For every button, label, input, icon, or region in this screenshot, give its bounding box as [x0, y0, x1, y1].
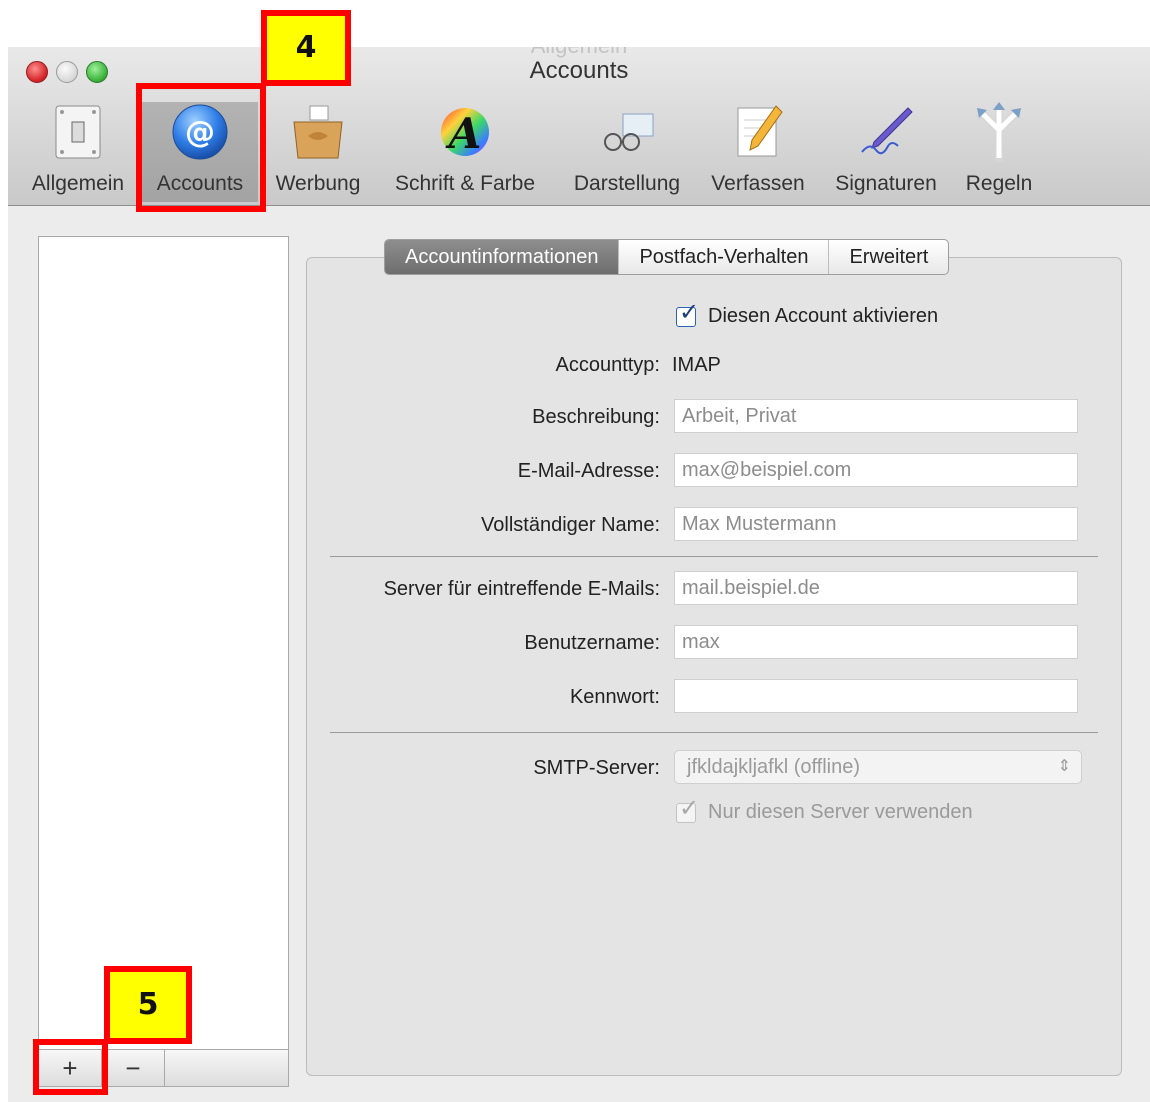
description-label: Beschreibung:: [532, 406, 660, 428]
separator: [330, 556, 1098, 557]
toolbar-label-allgemein: Allgemein: [31, 172, 125, 195]
annotation-highlight-accounts: [136, 83, 266, 212]
username-field[interactable]: max: [674, 625, 1078, 659]
account-type-value: IMAP: [672, 354, 721, 376]
toolbar-label-regeln: Regeln: [965, 172, 1033, 195]
junk-mail-icon: [288, 102, 348, 162]
toolbar-label-schrift-farbe: Schrift & Farbe: [394, 172, 536, 195]
annotation-step-5: 5: [104, 966, 192, 1044]
toolbar-item-signaturen[interactable]: Signaturen: [822, 102, 950, 202]
toolbar-item-darstellung[interactable]: Darstellung: [560, 102, 694, 202]
only-server-label: Nur diesen Server verwenden: [708, 801, 973, 823]
toolbar-label-verfassen: Verfassen: [711, 172, 805, 195]
toolbar-label-signaturen: Signaturen: [835, 172, 937, 195]
account-type-label: Accounttyp:: [555, 354, 660, 376]
password-field[interactable]: [674, 679, 1078, 713]
account-detail-panel: [306, 257, 1122, 1076]
toolbar-item-werbung[interactable]: Werbung: [264, 102, 372, 202]
toolbar-label-darstellung: Darstellung: [573, 172, 681, 195]
window-title: Accounts: [529, 57, 629, 84]
smtp-server-select[interactable]: jfkldajkljafkl (offline) ⇕: [674, 750, 1082, 784]
email-label: E-Mail-Adresse:: [517, 460, 660, 482]
viewing-glasses-icon: [597, 102, 657, 162]
tab-accountinformationen[interactable]: Accountinformationen: [385, 240, 620, 274]
toolbar-item-schrift-farbe[interactable]: A Schrift & Farbe: [380, 102, 550, 202]
toolbar-label-werbung: Werbung: [275, 172, 361, 195]
toolbar-item-regeln[interactable]: Regeln: [958, 102, 1040, 202]
enable-account-checkbox[interactable]: ✓: [676, 301, 699, 327]
signature-pen-icon: [856, 102, 916, 162]
email-field[interactable]: max@beispiel.com: [674, 453, 1078, 487]
remove-account-button[interactable]: −: [102, 1050, 165, 1086]
rules-arrows-icon: [969, 102, 1029, 162]
svg-text:A: A: [445, 109, 482, 158]
updown-arrows-icon: ⇕: [1057, 758, 1071, 775]
incoming-server-field[interactable]: mail.beispiel.de: [674, 571, 1078, 605]
smtp-server-value: jfkldajkljafkl (offline): [687, 756, 861, 778]
account-list[interactable]: [38, 236, 289, 1050]
username-label: Benutzername:: [524, 632, 660, 654]
checkmark-icon: ✓: [679, 795, 700, 822]
smtp-label: SMTP-Server:: [533, 757, 660, 779]
checkmark-icon: ✓: [679, 299, 700, 326]
fullname-field[interactable]: Max Mustermann: [674, 507, 1078, 541]
annotation-highlight-add: [33, 1039, 108, 1095]
toolbar-item-verfassen[interactable]: Verfassen: [702, 102, 814, 202]
password-label: Kennwort:: [569, 686, 660, 708]
tab-bar: Accountinformationen Postfach-Verhalten …: [384, 239, 950, 275]
font-color-icon: A: [435, 102, 495, 162]
fullname-label: Vollständiger Name:: [481, 514, 660, 536]
annotation-step-4: 4: [261, 10, 351, 86]
description-field[interactable]: Arbeit, Privat: [674, 399, 1078, 433]
only-server-checkbox[interactable]: ✓: [676, 797, 699, 823]
toolbar-item-allgemein[interactable]: Allgemein: [20, 102, 136, 202]
tab-postfach-verhalten[interactable]: Postfach-Verhalten: [619, 240, 830, 274]
tab-erweitert[interactable]: Erweitert: [829, 240, 948, 274]
compose-pencil-icon: [728, 102, 788, 162]
switch-icon: [48, 102, 108, 162]
incoming-server-label: Server für eintreffende E-Mails:: [383, 578, 660, 600]
separator: [330, 732, 1098, 733]
enable-account-label: Diesen Account aktivieren: [708, 305, 939, 327]
